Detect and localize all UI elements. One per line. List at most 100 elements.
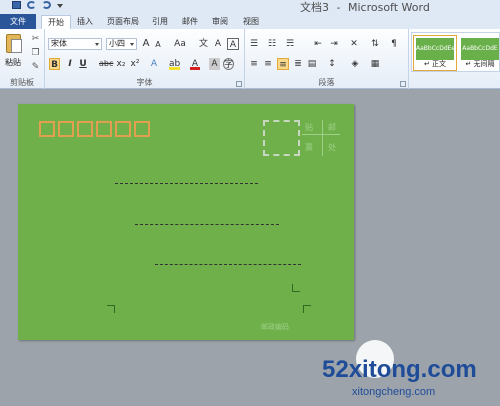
zip-box[interactable] bbox=[77, 121, 93, 137]
highlight-button[interactable]: ab bbox=[169, 58, 181, 70]
shading-icon[interactable]: ◈ bbox=[350, 58, 360, 70]
stamp-divider bbox=[322, 120, 323, 156]
char-border-button[interactable]: A bbox=[227, 38, 239, 50]
bullets-icon[interactable]: ☰ bbox=[249, 38, 259, 50]
strikethrough-button[interactable]: abc bbox=[99, 58, 113, 70]
address-line[interactable] bbox=[155, 264, 301, 265]
tab-home[interactable]: 开始 bbox=[41, 15, 71, 29]
clipboard-group-label: 剪贴板 bbox=[10, 78, 34, 87]
increase-indent-icon[interactable]: ⇥ bbox=[329, 38, 339, 50]
envelope-page[interactable]: 贴 邮 票 处 邮政编码 bbox=[18, 104, 354, 340]
enclose-char-icon[interactable]: 字 bbox=[223, 58, 234, 70]
zip-box[interactable] bbox=[39, 121, 55, 137]
style-normal[interactable]: AaBbCcDdEe ↵ 正文 bbox=[413, 35, 457, 71]
tab-page-layout[interactable]: 页面布局 bbox=[107, 15, 139, 29]
numbering-icon[interactable]: ☷ bbox=[267, 38, 277, 50]
paste-button[interactable]: 粘贴 bbox=[3, 32, 25, 68]
corner-mark bbox=[107, 305, 115, 313]
save-icon[interactable] bbox=[12, 1, 21, 9]
chinese-layout-icon[interactable]: ✕ bbox=[349, 38, 359, 50]
paste-label: 粘贴 bbox=[5, 58, 21, 67]
underline-button[interactable]: U bbox=[78, 58, 88, 70]
undo-icon[interactable] bbox=[27, 1, 36, 9]
font-family-value: 宋体 bbox=[51, 39, 67, 48]
justify-icon[interactable]: ≣ bbox=[293, 58, 303, 70]
phonetic-guide-icon[interactable]: 文 bbox=[197, 38, 210, 50]
font-color-button[interactable]: A bbox=[190, 58, 200, 70]
stamp-divider bbox=[302, 134, 340, 135]
stamp-label: 票 bbox=[305, 143, 313, 152]
borders-icon[interactable]: ▦ bbox=[370, 58, 380, 70]
show-marks-icon[interactable]: ¶ bbox=[389, 38, 399, 50]
style-no-spacing[interactable]: AaBbCcDdE ↵ 无间隔 bbox=[458, 35, 500, 71]
zip-box[interactable] bbox=[96, 121, 112, 137]
shrink-font-button[interactable]: A bbox=[153, 39, 163, 51]
style-sample: AaBbCcDdE bbox=[461, 38, 499, 60]
align-left-icon[interactable]: ≡ bbox=[249, 58, 259, 70]
style-sample: AaBbCcDdEe bbox=[416, 38, 455, 60]
change-case-button[interactable]: Aa bbox=[172, 38, 188, 50]
stamp-label: 贴 bbox=[305, 123, 313, 132]
multilevel-list-icon[interactable]: ☴ bbox=[285, 38, 295, 50]
customize-qat-icon[interactable] bbox=[57, 4, 63, 8]
distributed-icon[interactable]: ▤ bbox=[307, 58, 317, 70]
text-effects-icon[interactable]: A bbox=[149, 58, 159, 70]
group-clipboard: 粘贴 ✂ ❐ ✎ 剪贴板 bbox=[0, 29, 45, 89]
line-spacing-icon[interactable]: ↕ bbox=[327, 58, 337, 70]
copy-icon[interactable]: ❐ bbox=[31, 49, 40, 58]
watermark-subtext: xitongcheng.com bbox=[352, 386, 436, 398]
cut-icon[interactable]: ✂ bbox=[31, 35, 40, 44]
watermark-text: 52xitong.com bbox=[322, 356, 477, 383]
corner-mark bbox=[292, 284, 300, 292]
clear-format-button[interactable]: A bbox=[212, 38, 224, 50]
font-family-select[interactable]: 宋体 bbox=[48, 38, 102, 50]
tab-file[interactable]: 文件 bbox=[0, 14, 36, 29]
align-right-icon[interactable]: ≡ bbox=[277, 58, 289, 70]
zip-box[interactable] bbox=[115, 121, 131, 137]
superscript-button[interactable]: x² bbox=[130, 58, 140, 70]
title-bar: 文档3 - Microsoft Word bbox=[0, 0, 500, 14]
font-dialog-launcher-icon[interactable] bbox=[236, 81, 242, 87]
format-painter-icon[interactable]: ✎ bbox=[31, 63, 40, 72]
zip-box[interactable] bbox=[58, 121, 74, 137]
decrease-indent-icon[interactable]: ⇤ bbox=[313, 38, 323, 50]
subscript-button[interactable]: x₂ bbox=[116, 58, 126, 70]
char-shading-icon[interactable]: A bbox=[209, 58, 220, 70]
address-line[interactable] bbox=[115, 183, 258, 184]
align-center-icon[interactable]: ≡ bbox=[263, 58, 273, 70]
address-line[interactable] bbox=[135, 224, 279, 225]
stamp-box bbox=[263, 120, 300, 156]
zip-caption: 邮政编码 bbox=[261, 323, 289, 331]
group-font: 宋体 小四 A A Aa 文 A A B I U abc x₂ x² A ab … bbox=[45, 29, 245, 89]
paragraph-dialog-launcher-icon[interactable] bbox=[400, 81, 406, 87]
font-size-select[interactable]: 小四 bbox=[106, 38, 137, 50]
clipboard-icon bbox=[6, 34, 22, 53]
chevron-down-icon bbox=[95, 43, 99, 46]
style-name: ↵ 正文 bbox=[423, 60, 447, 68]
group-paragraph: ☰ ☷ ☴ ⇤ ⇥ ✕ ⇅ ¶ ≡ ≡ ≡ ≣ ▤ ↕ ◈ ▦ 段落 bbox=[245, 29, 409, 89]
ribbon: 粘贴 ✂ ❐ ✎ 剪贴板 宋体 小四 A A Aa 文 A A B I U ab… bbox=[0, 29, 500, 89]
tab-mailings[interactable]: 邮件 bbox=[182, 15, 198, 29]
tab-insert[interactable]: 插入 bbox=[77, 15, 93, 29]
ribbon-tabs: 文件 开始 插入 页面布局 引用 邮件 审阅 视图 bbox=[0, 12, 500, 29]
stamp-label: 处 bbox=[328, 143, 336, 152]
font-group-label: 字体 bbox=[136, 78, 153, 87]
stamp-label: 邮 bbox=[328, 123, 336, 132]
quick-access-toolbar bbox=[12, 0, 63, 10]
tab-references[interactable]: 引用 bbox=[152, 15, 168, 29]
font-size-value: 小四 bbox=[109, 39, 125, 48]
redo-icon[interactable] bbox=[42, 1, 51, 9]
bold-button[interactable]: B bbox=[49, 58, 60, 70]
tab-review[interactable]: 审阅 bbox=[212, 15, 228, 29]
zip-code-boxes bbox=[39, 121, 150, 137]
tab-view[interactable]: 视图 bbox=[243, 15, 259, 29]
word-window: 文档3 - Microsoft Word 文件 开始 插入 页面布局 引用 邮件… bbox=[0, 0, 500, 406]
zip-box[interactable] bbox=[134, 121, 150, 137]
chevron-down-icon bbox=[130, 43, 134, 46]
grow-font-button[interactable]: A bbox=[141, 38, 151, 50]
paragraph-group-label: 段落 bbox=[318, 78, 335, 87]
style-name: ↵ 无间隔 bbox=[465, 60, 495, 68]
sort-icon[interactable]: ⇅ bbox=[370, 38, 380, 50]
corner-mark bbox=[303, 305, 311, 313]
italic-button[interactable]: I bbox=[65, 58, 75, 70]
